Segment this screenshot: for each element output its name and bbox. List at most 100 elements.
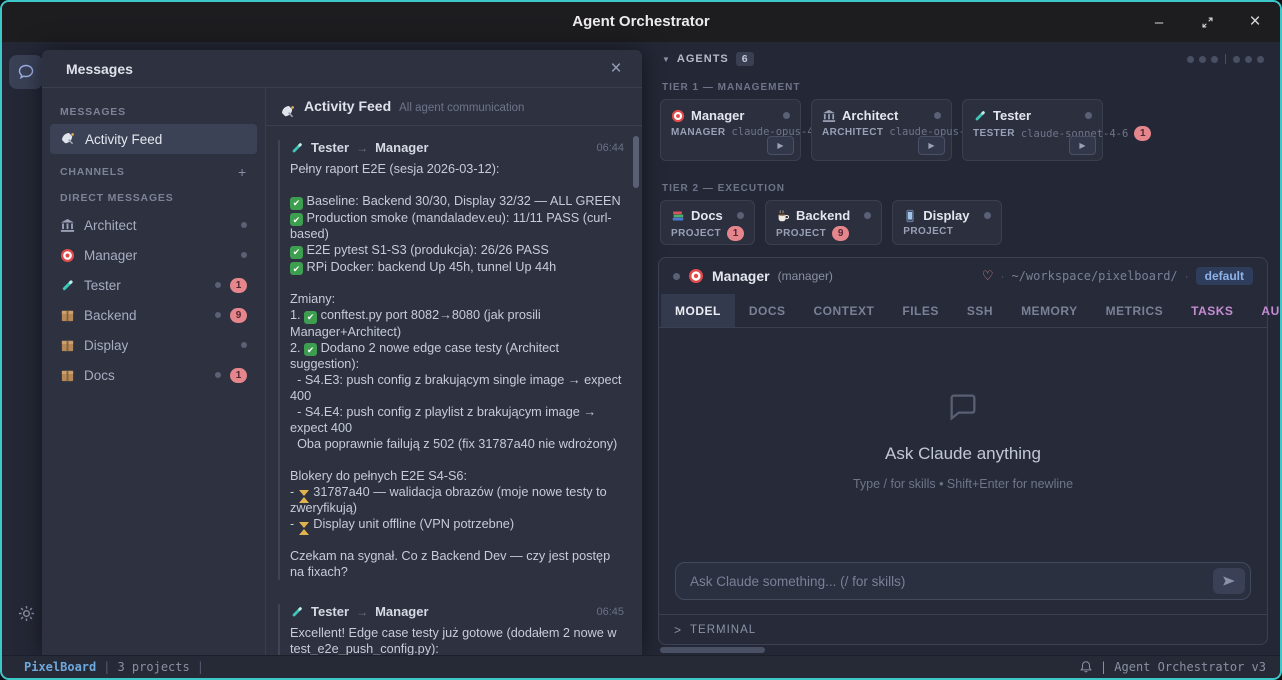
tier2-label: TIER 2 — EXECUTION bbox=[658, 161, 1268, 200]
dm-name: Display bbox=[84, 338, 232, 353]
agent-card-role: PROJECT bbox=[903, 226, 953, 237]
dm-item-docs[interactable]: Docs1 bbox=[50, 360, 257, 390]
tab-ssh[interactable]: SSH bbox=[953, 294, 1007, 327]
agent-detail-tabs: MODELDOCSCONTEXTFILESSSHMEMORYMETRICSTAS… bbox=[659, 294, 1267, 328]
status-projects: 3 projects bbox=[117, 660, 189, 674]
unread-badge: 1 bbox=[230, 278, 247, 293]
status-dot bbox=[1085, 112, 1092, 119]
messages-rail-button[interactable] bbox=[9, 55, 43, 89]
collapse-agents-icon[interactable]: ▼ bbox=[662, 55, 670, 64]
dm-list: Architect Manager Tester 1 Backend 9 Display Do… bbox=[50, 210, 257, 390]
dm-name: Tester bbox=[84, 278, 206, 293]
session-badge[interactable]: default bbox=[1196, 267, 1253, 285]
window-title: Agent Orchestrator bbox=[2, 2, 1280, 42]
favorite-icon[interactable]: ♡ bbox=[982, 268, 994, 284]
coffee-icon bbox=[776, 209, 790, 223]
agent-role-sub: (manager) bbox=[778, 269, 833, 283]
agent-card-name: Tester bbox=[993, 108, 1079, 123]
message-body: Pełny raport E2E (sesja 2026-03-12): ✔ B… bbox=[290, 161, 624, 580]
tab-memory[interactable]: MEMORY bbox=[1007, 294, 1092, 327]
books-icon bbox=[671, 209, 685, 223]
tab-metrics[interactable]: METRICS bbox=[1092, 294, 1178, 327]
agent-card-name: Architect bbox=[842, 108, 928, 123]
gear-icon bbox=[17, 604, 36, 623]
tab-files[interactable]: FILES bbox=[888, 294, 953, 327]
divider: | bbox=[197, 660, 204, 674]
unread-badge: 9 bbox=[230, 308, 247, 323]
minimize-button[interactable]: – bbox=[1146, 9, 1172, 35]
agent-card-role: MANAGER bbox=[671, 127, 725, 138]
empty-state: Ask Claude anything Type / for skills • … bbox=[659, 328, 1267, 552]
agent-card-display[interactable]: DisplayPROJECT bbox=[892, 200, 1001, 245]
divider: · bbox=[1000, 269, 1004, 283]
agent-card-docs[interactable]: DocsPROJECT1 bbox=[660, 200, 755, 245]
close-overlay-button[interactable]: × bbox=[604, 58, 628, 80]
agent-card-role: PROJECT bbox=[776, 228, 826, 239]
chat-bubble-icon bbox=[16, 62, 36, 82]
message-header: Tester→Manager06:45 bbox=[290, 604, 624, 619]
agent-detail-panel: Manager (manager) ♡ · ~/workspace/pixelb… bbox=[658, 257, 1268, 645]
agent-card-name: Docs bbox=[691, 208, 723, 223]
run-agent-button[interactable]: ▶ bbox=[767, 136, 794, 155]
tab-audit[interactable]: AUDIT bbox=[1247, 294, 1282, 327]
empty-state-title: Ask Claude anything bbox=[885, 444, 1041, 464]
divider bbox=[1225, 54, 1226, 64]
tab-model[interactable]: MODEL bbox=[661, 294, 735, 327]
presence-dot bbox=[215, 312, 221, 318]
ask-input-row bbox=[659, 552, 1267, 614]
dm-item-manager[interactable]: Manager bbox=[50, 240, 257, 270]
add-channel-button[interactable]: + bbox=[238, 164, 247, 180]
presence-dot bbox=[241, 222, 247, 228]
tab-context[interactable]: CONTEXT bbox=[800, 294, 889, 327]
panel-dot-button[interactable] bbox=[1199, 56, 1206, 63]
send-button[interactable] bbox=[1213, 568, 1245, 594]
run-agent-button[interactable]: ▶ bbox=[1069, 136, 1096, 155]
agents-label: AGENTS bbox=[677, 53, 729, 65]
check-emoji-icon: ✔ bbox=[290, 246, 303, 259]
tier1-label: TIER 1 — MANAGEMENT bbox=[658, 74, 1268, 99]
agent-card-architect[interactable]: ArchitectARCHITECTclaude-opus-4-6▶ bbox=[811, 99, 952, 161]
agent-card-backend[interactable]: BackendPROJECT9 bbox=[765, 200, 882, 245]
maximize-button[interactable] bbox=[1194, 9, 1220, 35]
panel-dot-button[interactable] bbox=[1257, 56, 1264, 63]
terminal-toggle[interactable]: > TERMINAL bbox=[659, 614, 1267, 644]
dm-item-tester[interactable]: Tester 1 bbox=[50, 270, 257, 300]
dm-name: Docs bbox=[84, 368, 206, 383]
building-icon bbox=[822, 109, 836, 123]
tier1-cards: ManagerMANAGERclaude-opus-4-6▶ArchitectA… bbox=[658, 99, 1268, 161]
tab-tasks[interactable]: TASKS bbox=[1177, 294, 1247, 327]
presence-dot bbox=[215, 372, 221, 378]
presence-dot bbox=[241, 342, 247, 348]
dm-name: Backend bbox=[84, 308, 206, 323]
ask-claude-input[interactable] bbox=[676, 563, 1250, 599]
agent-detail-header: Manager (manager) ♡ · ~/workspace/pixelb… bbox=[659, 258, 1267, 294]
agent-card-manager[interactable]: ManagerMANAGERclaude-opus-4-6▶ bbox=[660, 99, 801, 161]
agent-card-tester[interactable]: TesterTESTERclaude-sonnet-4-61▶ bbox=[962, 99, 1103, 161]
status-dot bbox=[783, 112, 790, 119]
unread-badge: 1 bbox=[727, 226, 744, 241]
close-button[interactable]: × bbox=[1242, 9, 1268, 35]
panel-dot-button[interactable] bbox=[1245, 56, 1252, 63]
dm-item-backend[interactable]: Backend 9 bbox=[50, 300, 257, 330]
dm-name: Architect bbox=[84, 218, 232, 233]
tab-docs[interactable]: DOCS bbox=[735, 294, 800, 327]
dm-item-architect[interactable]: Architect bbox=[50, 210, 257, 240]
chat-bubble-icon bbox=[946, 390, 980, 424]
title-bar: Agent Orchestrator – × bbox=[2, 2, 1280, 42]
app-window: Agent Orchestrator – × Messages × bbox=[0, 0, 1282, 680]
feed-scrollbar[interactable] bbox=[633, 136, 639, 188]
target-icon bbox=[688, 268, 704, 284]
bell-icon[interactable] bbox=[1079, 660, 1093, 674]
dm-item-display[interactable]: Display bbox=[50, 330, 257, 360]
package-icon bbox=[60, 338, 75, 353]
horizontal-scrollbar[interactable] bbox=[658, 647, 1268, 654]
panel-dot-button[interactable] bbox=[1233, 56, 1240, 63]
status-bar: PixelBoard | 3 projects | | Agent Orches… bbox=[2, 655, 1280, 678]
panel-dot-button[interactable] bbox=[1211, 56, 1218, 63]
nav-item-activity-feed[interactable]: Activity Feed bbox=[50, 124, 257, 154]
panel-dot-button[interactable] bbox=[1187, 56, 1194, 63]
activity-feed-title: Activity Feed bbox=[304, 98, 391, 114]
settings-button[interactable] bbox=[12, 599, 40, 627]
run-agent-button[interactable]: ▶ bbox=[918, 136, 945, 155]
agent-name: Manager bbox=[712, 268, 770, 284]
